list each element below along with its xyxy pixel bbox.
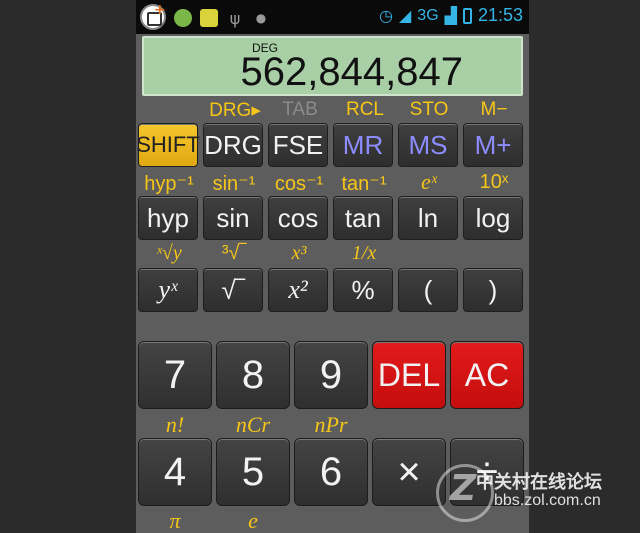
forum-watermark: Z 中关村在线论坛 bbs.zol.com.cn (436, 462, 640, 522)
shift-label-ncr: nCr (235, 412, 271, 437)
shift-label-rcl: RCL (345, 99, 384, 120)
percent-key[interactable]: % (333, 268, 393, 312)
ln-key[interactable]: ln (398, 196, 458, 240)
square-key[interactable]: x² (268, 268, 328, 312)
watermark-url: bbs.zol.com.cn (494, 492, 601, 509)
shift-label-sto: STO (409, 99, 449, 120)
m-plus-key[interactable]: M+ (463, 123, 523, 167)
shift-label-acos: cos⁻¹ (274, 173, 324, 195)
calculator-display: DEG 562,844,847 (142, 36, 523, 96)
all-clear-key[interactable]: AC (450, 341, 524, 409)
cos-key[interactable]: cos (268, 196, 328, 240)
shift-label-npr: nPr (314, 412, 348, 437)
usb-icon: ψ (229, 8, 241, 28)
shift-label-reciprocal: 1/x (351, 242, 377, 264)
digit-4-key[interactable]: 4 (138, 438, 212, 506)
shift-label-xroot: ˣ√y (156, 242, 182, 264)
network-type-label: 3G (417, 6, 439, 24)
debug-icon: ● (255, 11, 267, 25)
shift-label-cube-root: ³√‾ (221, 242, 247, 264)
display-value: 562,844,847 (240, 50, 463, 94)
digit-5-key[interactable]: 5 (216, 438, 290, 506)
digit-8-key[interactable]: 8 (216, 341, 290, 409)
shift-label-factorial: n! (165, 412, 185, 437)
digit-7-key[interactable]: 7 (138, 341, 212, 409)
fse-key[interactable]: FSE (268, 123, 328, 167)
mr-key[interactable]: MR (333, 123, 393, 167)
close-paren-key[interactable]: ) (463, 268, 523, 312)
sin-key[interactable]: sin (203, 196, 263, 240)
digit-6-key[interactable]: 6 (294, 438, 368, 506)
tan-key[interactable]: tan (333, 196, 393, 240)
open-paren-key[interactable]: ( (398, 268, 458, 312)
drg-key[interactable]: DRG (203, 123, 263, 167)
ms-key[interactable]: MS (398, 123, 458, 167)
power-key[interactable]: yˣ (138, 268, 198, 312)
clock: 21:53 (477, 5, 523, 25)
shift-label-exp: eˣ (421, 169, 437, 194)
shift-label-cube: x³ (291, 242, 307, 264)
shift-label-ten-pow: 10ˣ (479, 171, 509, 193)
status-bar: ψ ● ◷ ◢ 3G ▟ 21:53 (136, 0, 529, 34)
shift-key[interactable]: SHIFT (136, 123, 200, 167)
calculator-app: ψ ● ◷ ◢ 3G ▟ 21:53 DEG 562,844,847 DRG▸ … (136, 0, 529, 533)
sqrt-key[interactable]: √‾ (203, 268, 263, 312)
android-robot-icon (174, 9, 192, 27)
shift-label-hyp-inv: hyp⁻¹ (144, 173, 194, 195)
shift-label-atan: tan⁻¹ (341, 173, 387, 195)
multiply-key[interactable]: × (372, 438, 446, 506)
signal-strength-icon: ▟ (444, 6, 457, 25)
shift-label-euler: e (248, 508, 258, 533)
shift-label-asin: sin⁻¹ (212, 173, 256, 195)
app-launcher-icon[interactable] (140, 2, 166, 30)
shift-label-drg: DRG▸ (209, 100, 261, 121)
watermark-logo-letter: Z (450, 468, 477, 509)
hyp-key[interactable]: hyp (138, 196, 198, 240)
wifi-icon: ◢ (398, 6, 412, 25)
shift-label-m-minus: M− (480, 99, 508, 120)
log-key[interactable]: log (463, 196, 523, 240)
digit-9-key[interactable]: 9 (294, 341, 368, 409)
delete-key[interactable]: DEL (372, 341, 446, 409)
shift-label-pi: π (169, 508, 181, 533)
watermark-site-name: 中关村在线论坛 (476, 472, 602, 493)
shift-label-tab: TAB (282, 99, 318, 120)
battery-icon (462, 7, 472, 24)
alarm-icon: ◷ (379, 6, 393, 25)
photo-app-icon (200, 9, 218, 27)
